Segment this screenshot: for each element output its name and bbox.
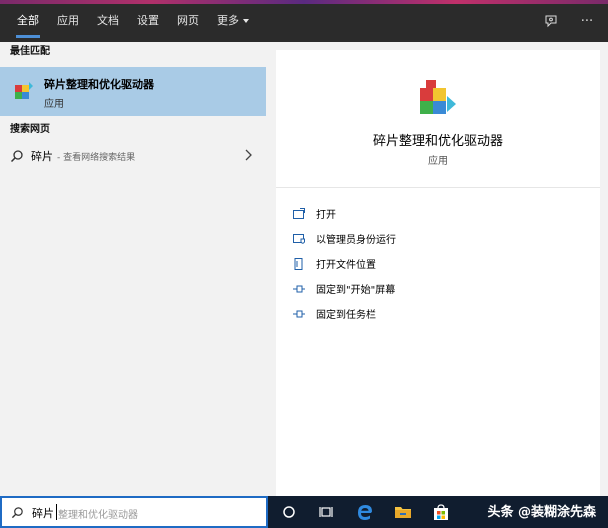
store-icon[interactable] bbox=[422, 496, 460, 528]
more-options-icon[interactable]: ··· bbox=[576, 10, 598, 32]
detail-app-name: 碎片整理和优化驱动器 bbox=[372, 134, 503, 149]
open-action[interactable]: 打开 bbox=[292, 201, 396, 226]
text-cursor bbox=[56, 504, 57, 520]
detail-panel: 碎片整理和优化驱动器 应用 打开 以管理员身份运行 打开文件位置 固定到"开始"… bbox=[276, 50, 600, 496]
file-explorer-icon[interactable] bbox=[384, 496, 422, 528]
cortana-icon[interactable] bbox=[270, 496, 308, 528]
tab-web-label: 网页 bbox=[177, 14, 199, 27]
chevron-right-icon[interactable] bbox=[244, 149, 252, 161]
pin-to-start-action[interactable]: 固定到"开始"屏幕 bbox=[292, 276, 396, 301]
search-header: 全部 应用 文档 设置 网页 更多 ··· bbox=[0, 0, 608, 42]
tab-documents-label: 文档 bbox=[97, 14, 119, 27]
web-search-item[interactable]: 碎片 - 查看网络搜索结果 bbox=[0, 143, 266, 169]
more-options-label: ··· bbox=[580, 13, 594, 29]
run-as-admin-label: 以管理员身份运行 bbox=[316, 235, 396, 246]
pin-icon bbox=[293, 285, 305, 292]
tab-more-label: 更多 bbox=[217, 14, 239, 27]
action-list: 打开 以管理员身份运行 打开文件位置 固定到"开始"屏幕 固定到任务栏 bbox=[292, 201, 396, 326]
defrag-app-icon bbox=[15, 82, 33, 99]
pin-icon bbox=[293, 310, 305, 317]
wallpaper-edge bbox=[0, 0, 608, 4]
search-typed-text: 碎片 bbox=[32, 507, 54, 520]
detail-app-type: 应用 bbox=[428, 156, 448, 167]
feedback-icon[interactable] bbox=[540, 10, 562, 32]
web-search-heading: 搜索网页 bbox=[10, 124, 50, 135]
edge-browser-icon[interactable] bbox=[346, 496, 384, 528]
tab-apps-label: 应用 bbox=[57, 14, 79, 27]
best-match-item[interactable]: 碎片整理和优化驱动器 应用 bbox=[0, 67, 266, 116]
file-location-icon bbox=[294, 257, 303, 270]
open-action-label: 打开 bbox=[316, 210, 336, 221]
chevron-down-icon bbox=[243, 19, 249, 23]
open-file-location-label: 打开文件位置 bbox=[316, 260, 376, 271]
taskbar: 碎片 整理和优化驱动器 头条 @装糊涂先森 bbox=[0, 496, 608, 528]
best-match-type: 应用 bbox=[44, 99, 64, 110]
search-icon bbox=[10, 150, 23, 163]
taskbar-search-box[interactable]: 碎片 整理和优化驱动器 bbox=[0, 496, 268, 528]
pin-to-taskbar-label: 固定到任务栏 bbox=[316, 310, 376, 321]
tab-settings-label: 设置 bbox=[137, 14, 159, 27]
search-autocomplete: 整理和优化驱动器 bbox=[58, 510, 138, 521]
open-icon bbox=[293, 207, 305, 219]
scope-tabs: 全部 应用 文档 设置 网页 更多 bbox=[8, 12, 258, 38]
defrag-app-icon-large bbox=[420, 80, 456, 114]
tab-apps[interactable]: 应用 bbox=[48, 12, 88, 30]
open-file-location-action[interactable]: 打开文件位置 bbox=[292, 251, 396, 276]
tab-documents[interactable]: 文档 bbox=[88, 12, 128, 30]
pin-to-taskbar-action[interactable]: 固定到任务栏 bbox=[292, 301, 396, 326]
tab-web[interactable]: 网页 bbox=[168, 12, 208, 30]
watermark-text: 头条 @装糊涂先森 bbox=[487, 505, 596, 520]
taskbar-icons bbox=[270, 496, 460, 528]
tab-all[interactable]: 全部 bbox=[8, 12, 48, 38]
search-icon bbox=[11, 507, 23, 519]
web-search-hint: - 查看网络搜索结果 bbox=[57, 153, 136, 163]
header-actions: ··· bbox=[540, 10, 598, 32]
pin-to-start-label: 固定到"开始"屏幕 bbox=[316, 285, 396, 296]
tab-more[interactable]: 更多 bbox=[208, 12, 258, 30]
best-match-name: 碎片整理和优化驱动器 bbox=[44, 78, 154, 91]
best-match-heading: 最佳匹配 bbox=[10, 46, 50, 57]
tab-all-label: 全部 bbox=[17, 14, 39, 27]
results-panel: 最佳匹配 碎片整理和优化驱动器 应用 搜索网页 碎片 - 查看网络搜索结果 bbox=[0, 42, 272, 496]
web-search-query: 碎片 bbox=[31, 150, 53, 163]
run-as-admin-action[interactable]: 以管理员身份运行 bbox=[292, 226, 396, 251]
task-view-icon[interactable] bbox=[308, 496, 346, 528]
tab-settings[interactable]: 设置 bbox=[128, 12, 168, 30]
shield-icon bbox=[293, 233, 305, 244]
detail-divider bbox=[276, 187, 600, 188]
